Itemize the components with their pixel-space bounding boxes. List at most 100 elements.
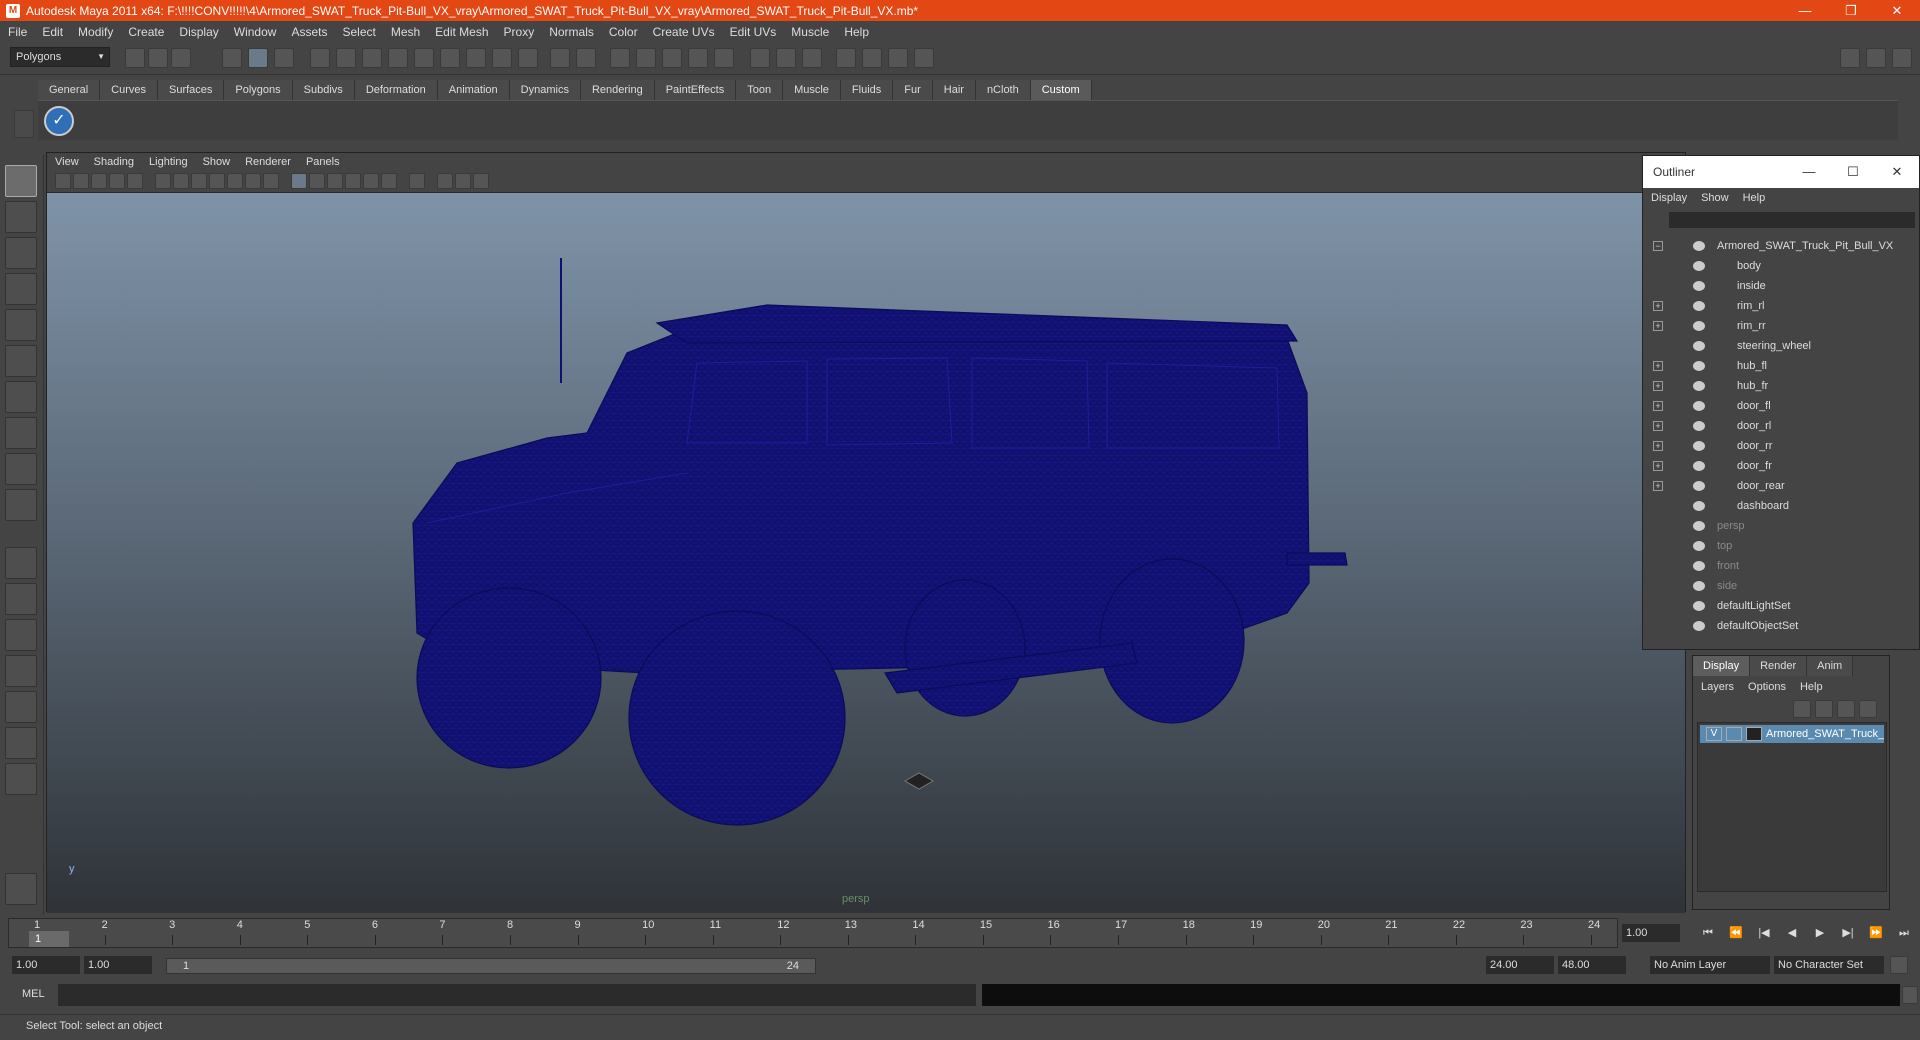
select-by-handle-icon[interactable] xyxy=(336,48,356,68)
layer-row[interactable]: V Armored_SWAT_Truck_Pit_Bull_VX xyxy=(1700,725,1884,743)
shelf-tab-deformation[interactable]: Deformation xyxy=(354,80,438,100)
snap-view-plane-icon[interactable] xyxy=(688,48,708,68)
command-input[interactable] xyxy=(58,984,976,1006)
shelf-tab-toon[interactable]: Toon xyxy=(736,80,784,100)
lasso-tool-icon[interactable] xyxy=(5,201,37,233)
new-layer-icon[interactable] xyxy=(1793,700,1811,718)
single-perspective-layout-icon[interactable] xyxy=(5,547,37,579)
auto-key-icon[interactable] xyxy=(1890,956,1908,974)
menu-assets[interactable]: Assets xyxy=(291,25,327,39)
outliner-item[interactable]: + rim_rr xyxy=(1643,316,1913,336)
step-forward-frame-button[interactable]: ▶| xyxy=(1834,924,1862,942)
shelf-tab-hair[interactable]: Hair xyxy=(932,80,976,100)
expand-icon[interactable]: + xyxy=(1653,381,1663,391)
close-button[interactable]: ✕ xyxy=(1874,0,1920,21)
outliner-minimize-button[interactable]: — xyxy=(1787,156,1831,188)
save-scene-icon[interactable] xyxy=(171,48,191,68)
expand-icon[interactable]: + xyxy=(1653,461,1663,471)
film-gate-icon[interactable] xyxy=(173,173,189,189)
shelf-tab-surfaces[interactable]: Surfaces xyxy=(157,80,225,100)
outliner-item[interactable]: side xyxy=(1643,576,1913,596)
playback-start-field[interactable]: 1.00 xyxy=(84,956,152,974)
maximize-button[interactable]: ❐ xyxy=(1828,0,1874,21)
mask-dropdown-icon[interactable] xyxy=(310,48,330,68)
playhead[interactable]: 1 xyxy=(29,931,69,947)
select-misc-icon[interactable] xyxy=(518,48,538,68)
resolution-gate-icon[interactable] xyxy=(191,173,207,189)
layer-tab-render[interactable]: Render xyxy=(1750,656,1808,676)
outliner-item[interactable]: + door_rl xyxy=(1643,416,1913,436)
mel-label[interactable]: MEL xyxy=(22,988,45,1000)
time-slider[interactable]: 1 2 3 4 5 6 7 8 9 10 11 12 13 14 15 16 17 18 19 20 21 22 23 24 1 xyxy=(8,918,1618,948)
expand-icon[interactable]: + xyxy=(1653,321,1663,331)
safe-action-icon[interactable] xyxy=(245,173,261,189)
attribute-editor-icon[interactable] xyxy=(888,48,908,68)
select-by-deformer-icon[interactable] xyxy=(440,48,460,68)
step-forward-key-button[interactable]: ⏩ xyxy=(1862,924,1890,942)
shelf-tab-general[interactable]: General xyxy=(38,80,101,100)
move-layer-up-icon[interactable] xyxy=(1837,700,1855,718)
outliner-item[interactable]: dashboard xyxy=(1643,496,1913,516)
menu-edit[interactable]: Edit xyxy=(42,25,63,39)
outliner-item[interactable]: + door_fl xyxy=(1643,396,1913,416)
make-live-icon[interactable] xyxy=(714,48,734,68)
select-by-curve-icon[interactable] xyxy=(388,48,408,68)
outliner-item[interactable]: defaultObjectSet xyxy=(1643,616,1913,634)
select-by-rendering-icon[interactable] xyxy=(492,48,512,68)
layer-color-swatch[interactable] xyxy=(1746,727,1762,741)
safe-title-icon[interactable] xyxy=(263,173,279,189)
collapse-icon[interactable]: − xyxy=(1653,241,1663,251)
select-by-surface-icon[interactable] xyxy=(414,48,434,68)
soft-modification-icon[interactable] xyxy=(5,417,37,449)
viewport-menu-lighting[interactable]: Lighting xyxy=(149,156,188,168)
menu-create[interactable]: Create xyxy=(128,25,164,39)
go-to-start-button[interactable]: ⏮ xyxy=(1694,924,1722,942)
field-chart-icon[interactable] xyxy=(227,173,243,189)
outliner-item[interactable]: + hub_fl xyxy=(1643,356,1913,376)
outliner-filter-input[interactable] xyxy=(1669,212,1915,228)
shelf-tab-dynamics[interactable]: Dynamics xyxy=(509,80,581,100)
textured-icon[interactable] xyxy=(345,173,361,189)
menu-color[interactable]: Color xyxy=(609,25,638,39)
hypershade-persp-layout-icon[interactable] xyxy=(5,691,37,723)
outliner-item[interactable]: persp xyxy=(1643,516,1913,536)
render-settings-icon[interactable] xyxy=(836,48,856,68)
snap-point-icon[interactable] xyxy=(662,48,682,68)
current-frame-field[interactable]: 1.00 xyxy=(1622,924,1680,942)
scale-tool-icon[interactable] xyxy=(5,345,37,377)
gate-mask-icon[interactable] xyxy=(209,173,225,189)
shelf-tab-rendering[interactable]: Rendering xyxy=(580,80,655,100)
menu-window[interactable]: Window xyxy=(234,25,277,39)
open-scene-icon[interactable] xyxy=(148,48,168,68)
tool-settings-icon[interactable] xyxy=(914,48,934,68)
persp-graph-layout-icon[interactable] xyxy=(5,655,37,687)
select-camera-icon[interactable] xyxy=(55,173,71,189)
show-channel-box-icon[interactable] xyxy=(1840,48,1860,68)
smooth-shade-icon[interactable] xyxy=(309,173,325,189)
viewport-menu-shading[interactable]: Shading xyxy=(94,156,134,168)
menu-display[interactable]: Display xyxy=(179,25,218,39)
layer-menu-layers[interactable]: Layers xyxy=(1701,681,1734,693)
select-tool-icon[interactable] xyxy=(5,165,37,197)
range-slider[interactable]: 1 24 xyxy=(166,958,816,974)
outliner-item[interactable]: − Armored_SWAT_Truck_Pit_Bull_VX xyxy=(1643,236,1913,256)
last-tool-icon[interactable] xyxy=(5,489,37,521)
character-set-dropdown[interactable]: No Character Set xyxy=(1774,956,1884,974)
playback-end-field[interactable]: 24.00 xyxy=(1486,956,1554,974)
select-by-dynamic-icon[interactable] xyxy=(466,48,486,68)
camera-attributes-icon[interactable] xyxy=(73,173,89,189)
outliner-item[interactable]: front xyxy=(1643,556,1913,576)
shelf-tab-fur[interactable]: Fur xyxy=(893,80,933,100)
anim-layer-dropdown[interactable]: No Anim Layer xyxy=(1650,956,1770,974)
menu-file[interactable]: File xyxy=(8,25,27,39)
outliner-menu-display[interactable]: Display xyxy=(1651,192,1687,204)
show-attribute-editor-icon[interactable] xyxy=(1866,48,1886,68)
construction-history-icon[interactable] xyxy=(750,48,770,68)
xray-joints-icon[interactable] xyxy=(455,173,471,189)
outliner-item[interactable]: + rim_rl xyxy=(1643,296,1913,316)
isolate-select-icon[interactable] xyxy=(409,173,425,189)
layout-options-icon[interactable] xyxy=(5,763,37,795)
menu-proxy[interactable]: Proxy xyxy=(504,25,535,39)
expand-icon[interactable]: + xyxy=(1653,361,1663,371)
go-to-end-button[interactable]: ⏭ xyxy=(1890,924,1918,942)
